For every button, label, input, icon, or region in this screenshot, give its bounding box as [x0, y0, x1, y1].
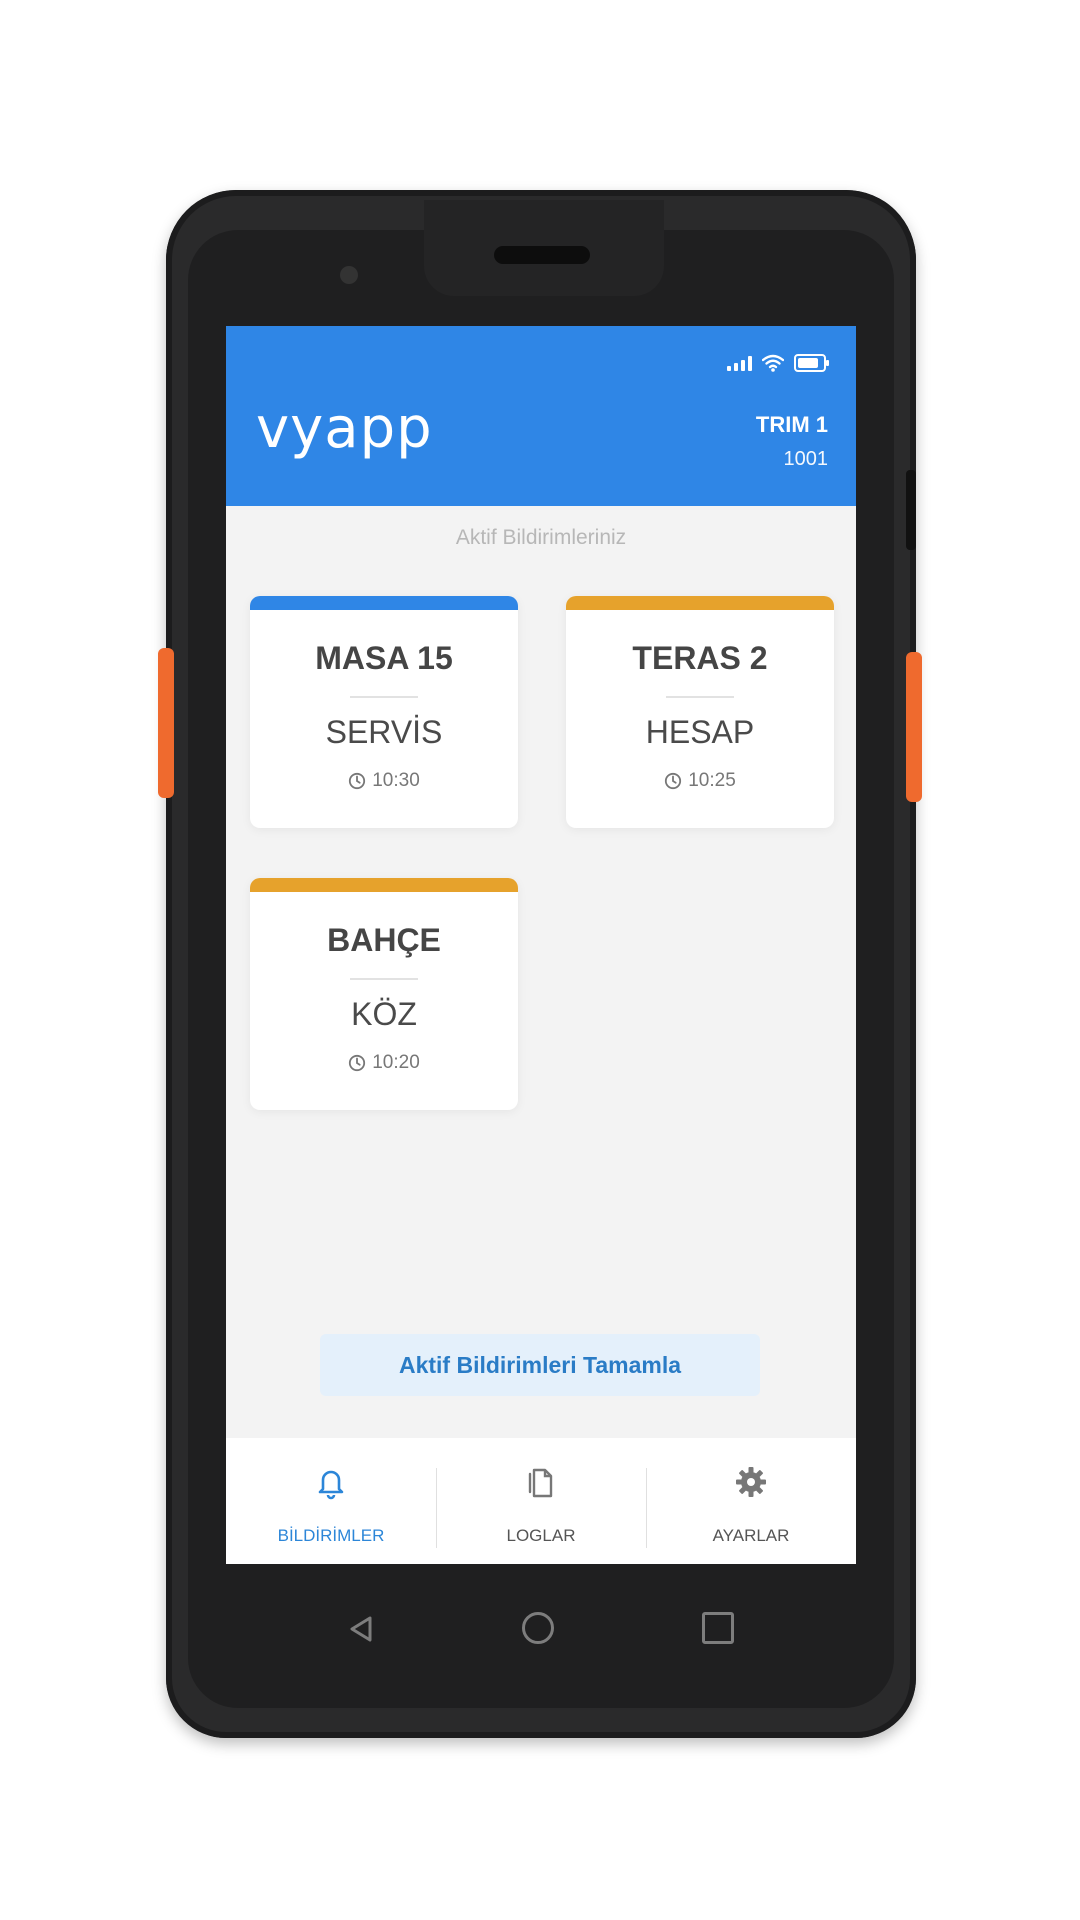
card-time: 10:20 — [250, 1052, 518, 1074]
clock-icon — [349, 772, 366, 790]
power-button[interactable] — [906, 470, 916, 550]
card-type: KÖZ — [351, 996, 417, 1032]
device-info: TRIM 1 1001 — [756, 412, 828, 471]
card-divider — [350, 978, 418, 980]
notification-card[interactable]: MASA 15 SERVİS 10:30 — [250, 596, 518, 828]
card-accent-bar — [250, 878, 518, 892]
card-divider — [666, 696, 734, 698]
nav-item-settings[interactable]: AYARLAR — [646, 1438, 856, 1564]
app-logo: vyapp — [256, 396, 433, 461]
notification-card[interactable]: TERAS 2 HESAP 10:25 — [566, 596, 834, 828]
notification-card[interactable]: BAHÇE KÖZ 10:20 — [250, 878, 518, 1110]
device-name: TRIM 1 — [755, 412, 828, 437]
nav-label: LOGLAR — [506, 1526, 576, 1545]
card-accent-bar — [566, 596, 834, 610]
card-accent-bar — [250, 596, 518, 610]
nav-label: AYARLAR — [712, 1526, 790, 1545]
nav-item-notifications[interactable]: BİLDİRİMLER — [226, 1438, 436, 1564]
status-bar — [727, 354, 829, 372]
nav-label: BİLDİRİMLER — [277, 1526, 385, 1545]
bell-icon — [318, 1470, 344, 1500]
side-button-left[interactable] — [158, 648, 174, 798]
signal-icon — [727, 355, 752, 371]
earpiece-speaker — [494, 246, 590, 264]
android-back-icon[interactable] — [346, 1614, 376, 1644]
front-camera — [340, 266, 358, 284]
card-title: MASA 15 — [315, 640, 453, 676]
document-icon — [528, 1468, 553, 1498]
card-time-text: 10:25 — [688, 770, 736, 791]
card-title: BAHÇE — [327, 922, 441, 958]
complete-notifications-button[interactable]: Aktif Bildirimleri Tamamla — [320, 1334, 760, 1396]
app-screen: vyapp TRIM 1 1001 Aktif Bildirimleriniz … — [226, 326, 856, 1564]
clock-icon — [665, 772, 682, 790]
nav-item-logs[interactable]: LOGLAR — [436, 1438, 646, 1564]
gear-icon — [736, 1467, 766, 1497]
app-header: vyapp TRIM 1 1001 — [226, 326, 856, 506]
android-recents-icon[interactable] — [702, 1612, 734, 1644]
card-time: 10:25 — [566, 770, 834, 792]
card-title: TERAS 2 — [632, 640, 768, 676]
device-id: 1001 — [783, 448, 829, 470]
card-type: SERVİS — [325, 714, 443, 750]
wifi-icon — [762, 354, 784, 372]
android-home-icon[interactable] — [522, 1612, 554, 1644]
card-divider — [350, 696, 418, 698]
card-time-text: 10:30 — [372, 770, 420, 791]
card-type: HESAP — [645, 714, 755, 750]
card-time: 10:30 — [250, 770, 518, 792]
section-title: Aktif Bildirimleriniz — [455, 526, 627, 549]
side-button-right[interactable] — [906, 652, 922, 802]
card-time-text: 10:20 — [372, 1052, 420, 1073]
bottom-nav: BİLDİRİMLER LOGLAR AYARLAR — [226, 1438, 856, 1564]
clock-icon — [349, 1054, 366, 1072]
battery-icon — [794, 354, 829, 372]
